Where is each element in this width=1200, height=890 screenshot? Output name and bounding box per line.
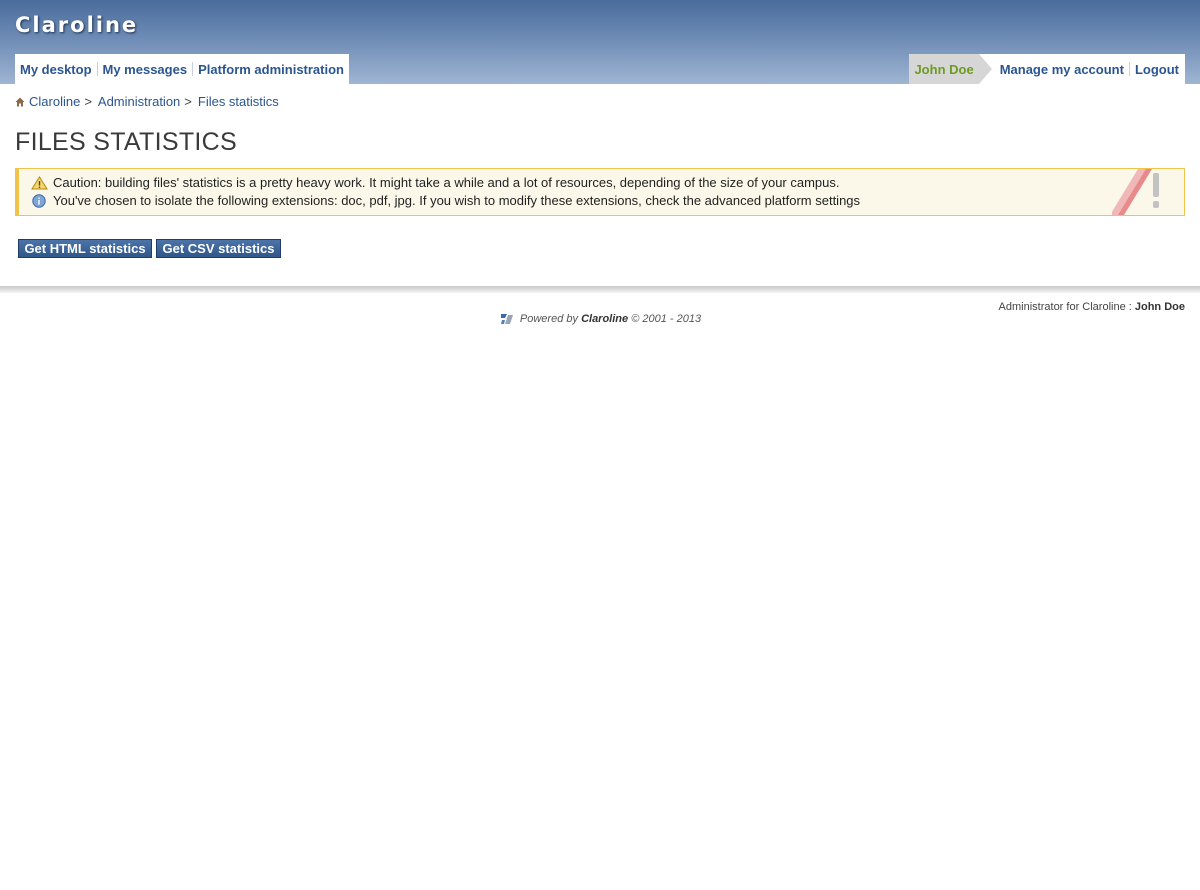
header: Claroline My desktop My messages Platfor…	[0, 0, 1200, 84]
warning-text: Caution: building files' statistics is a…	[53, 175, 840, 190]
site-logo[interactable]: Claroline	[15, 13, 138, 37]
nav-my-desktop[interactable]: My desktop	[20, 62, 92, 77]
nav-platform-administration[interactable]: Platform administration	[198, 62, 344, 77]
get-html-statistics-button[interactable]: Get HTML statistics	[18, 239, 152, 258]
powered-by: Powered by Claroline © 2001 - 2013	[0, 312, 1200, 326]
powered-suffix: © 2001 - 2013	[631, 313, 702, 325]
page-title: FILES STATISTICS	[15, 128, 237, 156]
current-user: John Doe	[909, 54, 979, 84]
account-links: Manage my account Logout	[991, 54, 1185, 84]
nav-my-messages[interactable]: My messages	[103, 62, 188, 77]
nav-divider	[1128, 62, 1130, 76]
breadcrumb-administration[interactable]: Administration	[98, 94, 180, 109]
powered-brand[interactable]: Claroline	[581, 313, 628, 325]
main-nav: My desktop My messages Platform administ…	[15, 54, 349, 84]
large-warning-icon	[1112, 169, 1159, 215]
home-icon	[15, 97, 25, 106]
message-box: Caution: building files' statistics is a…	[15, 168, 1185, 216]
info-text: You've chosen to isolate the following e…	[53, 193, 861, 208]
powered-prefix: Powered by	[519, 313, 578, 325]
breadcrumb: Claroline > Administration > Files stati…	[15, 94, 279, 109]
get-csv-statistics-button[interactable]: Get CSV statistics	[156, 239, 281, 258]
breadcrumb-separator: >	[184, 94, 192, 109]
warning-message: Caution: building files' statistics is a…	[31, 175, 840, 190]
nav-divider	[96, 62, 98, 76]
breadcrumb-separator: >	[84, 94, 92, 109]
user-nav: John Doe Manage my account Logout	[909, 54, 1185, 84]
user-tab-arrow	[978, 54, 992, 84]
claroline-logo-icon	[500, 314, 513, 324]
info-message: You've chosen to isolate the following e…	[31, 193, 860, 208]
manage-account-link[interactable]: Manage my account	[1000, 62, 1124, 77]
footer-divider	[0, 286, 1200, 293]
breadcrumb-files-statistics[interactable]: Files statistics	[198, 94, 279, 109]
breadcrumb-claroline[interactable]: Claroline	[29, 94, 80, 109]
logout-link[interactable]: Logout	[1135, 62, 1179, 77]
info-icon	[32, 193, 46, 208]
nav-divider	[192, 62, 194, 76]
warning-icon	[31, 175, 48, 189]
